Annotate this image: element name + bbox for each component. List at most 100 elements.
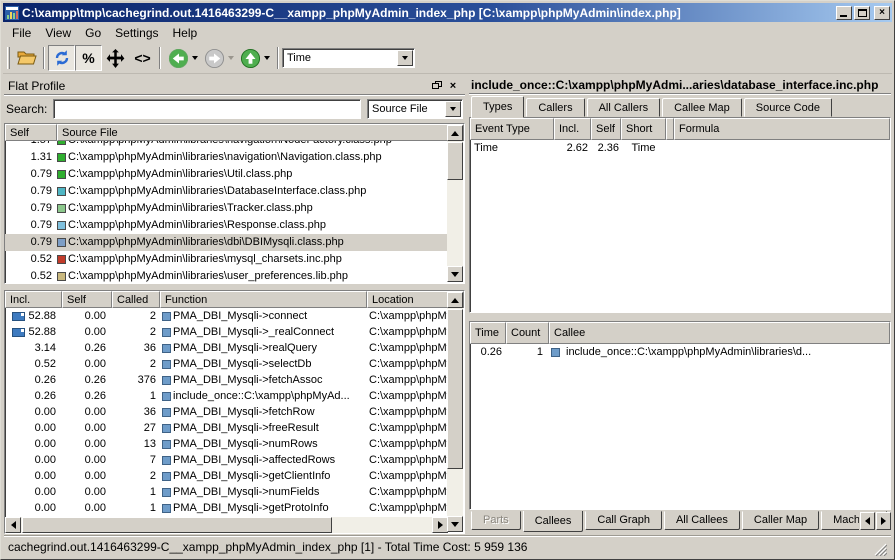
dock-titlebar[interactable]: Flat Profile ×	[4, 77, 465, 95]
table-row[interactable]: 0.261include_once::C:\xampp\phpMyAdmin\l…	[470, 344, 890, 361]
self-cost-cell: 0.79	[5, 217, 57, 234]
tab-types[interactable]: Types	[471, 96, 524, 118]
table-row[interactable]: 0.000.001PMA_DBI_Mysqli->getProtoInfoC:\…	[5, 500, 448, 516]
event-type-combobox[interactable]: Time	[282, 48, 415, 68]
minimize-button[interactable]	[836, 6, 852, 20]
tab-caller-map[interactable]: Caller Map	[742, 511, 819, 530]
column-header-called[interactable]: Called	[112, 291, 160, 308]
column-header-short[interactable]: Short	[621, 118, 666, 140]
expand-all-button[interactable]	[102, 45, 129, 71]
callees-table: TimeCountCallee 0.261include_once::C:\xa…	[469, 321, 891, 510]
column-header-function[interactable]: Function	[160, 291, 367, 308]
table-row[interactable]: 0.000.001PMA_DBI_Mysqli->numFieldsC:\xam…	[5, 484, 448, 500]
table-row[interactable]: 0.79C:\xampp\phpMyAdmin\libraries\Respon…	[5, 217, 448, 234]
group-combobox[interactable]: Source File	[367, 99, 463, 119]
column-header-self[interactable]: Self	[62, 291, 112, 308]
column-header-formula[interactable]: Formula	[674, 118, 890, 140]
tab-source-code[interactable]: Source Code	[744, 98, 832, 117]
tab-all-callees[interactable]: All Callees	[664, 511, 740, 530]
table-row[interactable]: 0.000.0013PMA_DBI_Mysqli->numRowsC:\xamp…	[5, 436, 448, 452]
scroll-up-button[interactable]	[447, 125, 463, 141]
table-row[interactable]: 52.880.002PMA_DBI_Mysqli->_realConnectC:…	[5, 324, 448, 340]
tab-all-callers[interactable]: All Callers	[587, 98, 661, 117]
menu-file[interactable]: File	[5, 23, 38, 43]
column-header-self[interactable]: Self	[591, 118, 621, 140]
titlebar[interactable]: C:\xampp\tmp\cachegrind.out.1416463299-C…	[3, 3, 892, 22]
table-row[interactable]: 3.140.2636PMA_DBI_Mysqli->realQueryC:\xa…	[5, 340, 448, 356]
scroll-down-button[interactable]	[447, 266, 463, 282]
dock-close-button[interactable]: ×	[445, 79, 461, 93]
table-row[interactable]: 0.520.002PMA_DBI_Mysqli->selectDbC:\xamp…	[5, 356, 448, 372]
up-dropdown-icon[interactable]	[264, 56, 270, 60]
tab-callees[interactable]: Callees	[523, 511, 584, 532]
vertical-scrollbar[interactable]	[447, 292, 463, 532]
table-row[interactable]: Time2.622.36Time	[470, 140, 890, 157]
column-header-self[interactable]: Self	[5, 124, 57, 141]
table-row[interactable]: 0.000.0036PMA_DBI_Mysqli->fetchRowC:\xam…	[5, 404, 448, 420]
relative-cost-button[interactable]: <>	[129, 45, 156, 71]
horizontal-scrollbar[interactable]	[5, 517, 448, 533]
tab-scroll-right-button[interactable]	[876, 512, 891, 530]
tab-callee-map[interactable]: Callee Map	[662, 98, 742, 117]
scroll-up-button[interactable]	[447, 292, 463, 308]
column-header-event-type[interactable]: Event Type	[470, 118, 554, 140]
menu-view[interactable]: View	[38, 23, 78, 43]
called-count-cell: 2	[112, 468, 160, 484]
combobox-dropdown-button[interactable]	[445, 101, 461, 117]
forward-button[interactable]	[201, 45, 228, 71]
self-cell: 2.36	[591, 140, 621, 157]
table-row[interactable]: 1.31C:\xampp\phpMyAdmin\libraries\naviga…	[5, 149, 448, 166]
table-row[interactable]: 0.260.261include_once::C:\xampp\phpMyAd.…	[5, 388, 448, 404]
tab-scroll-left-button[interactable]	[860, 512, 875, 530]
tab-call-graph[interactable]: Call Graph	[585, 511, 662, 530]
scroll-down-button[interactable]	[447, 516, 463, 532]
column-header-time[interactable]: Time	[470, 322, 506, 344]
table-row[interactable]: 0.000.0027PMA_DBI_Mysqli->freeResultC:\x…	[5, 420, 448, 436]
menu-go[interactable]: Go	[78, 23, 108, 43]
dock-float-button[interactable]	[429, 79, 445, 93]
reload-button[interactable]	[48, 45, 75, 71]
table-row[interactable]: 0.79C:\xampp\phpMyAdmin\libraries\Tracke…	[5, 200, 448, 217]
table-row[interactable]: 0.52C:\xampp\phpMyAdmin\libraries\mysql_…	[5, 251, 448, 268]
table-row[interactable]: 0.79C:\xampp\phpMyAdmin\libraries\Util.c…	[5, 166, 448, 183]
maximize-button[interactable]	[854, 6, 870, 20]
back-dropdown-icon[interactable]	[192, 56, 198, 60]
column-header-incl-[interactable]: Incl.	[554, 118, 591, 140]
combobox-dropdown-button[interactable]	[397, 50, 413, 66]
vertical-scrollbar[interactable]	[447, 125, 463, 282]
scroll-right-button[interactable]	[432, 517, 448, 533]
scrollbar-thumb[interactable]	[22, 517, 332, 533]
menu-help[interactable]: Help	[166, 23, 205, 43]
table-row[interactable]: 1.57C:\xampp\phpMyAdmin\libraries\naviga…	[5, 141, 448, 149]
column-header-incl-[interactable]: Incl.	[5, 291, 62, 308]
column-header-source-file[interactable]: Source File	[57, 124, 464, 141]
table-row[interactable]: 0.260.26376PMA_DBI_Mysqli->fetchAssocC:\…	[5, 372, 448, 388]
tab-callers[interactable]: Callers	[526, 98, 584, 117]
close-button[interactable]: ×	[874, 6, 890, 20]
tab-parts[interactable]: Parts	[471, 511, 521, 530]
table-row[interactable]: 0.79C:\xampp\phpMyAdmin\libraries\dbi\DB…	[5, 234, 448, 251]
scrollbar-thumb[interactable]	[447, 309, 463, 469]
table-row[interactable]: 52.880.002PMA_DBI_Mysqli->connectC:\xamp…	[5, 308, 448, 324]
table-row[interactable]: 0.000.002PMA_DBI_Mysqli->getClientInfoC:…	[5, 468, 448, 484]
table-row[interactable]: 0.000.007PMA_DBI_Mysqli->affectedRowsC:\…	[5, 452, 448, 468]
toolbar-drag-handle[interactable]	[7, 47, 10, 69]
self-cost-cell: 0.00	[62, 500, 112, 516]
column-header-count[interactable]: Count	[506, 322, 549, 344]
scrollbar-thumb[interactable]	[447, 142, 463, 180]
menu-settings[interactable]: Settings	[108, 23, 165, 43]
called-count-cell: 1	[112, 388, 160, 404]
self-cost-cell: 0.26	[62, 388, 112, 404]
column-header-callee[interactable]: Callee	[549, 322, 890, 344]
forward-dropdown-icon[interactable]	[228, 56, 234, 60]
splitter[interactable]	[469, 313, 891, 321]
scroll-left-button[interactable]	[5, 517, 21, 533]
resize-grip[interactable]	[874, 543, 887, 556]
back-button[interactable]	[165, 45, 192, 71]
up-button[interactable]	[237, 45, 264, 71]
table-row[interactable]: 0.79C:\xampp\phpMyAdmin\libraries\Databa…	[5, 183, 448, 200]
percent-toggle-button[interactable]: %	[75, 45, 102, 71]
search-input[interactable]	[53, 99, 361, 119]
table-row[interactable]: 0.52C:\xampp\phpMyAdmin\libraries\user_p…	[5, 268, 448, 283]
open-file-button[interactable]	[13, 45, 40, 71]
